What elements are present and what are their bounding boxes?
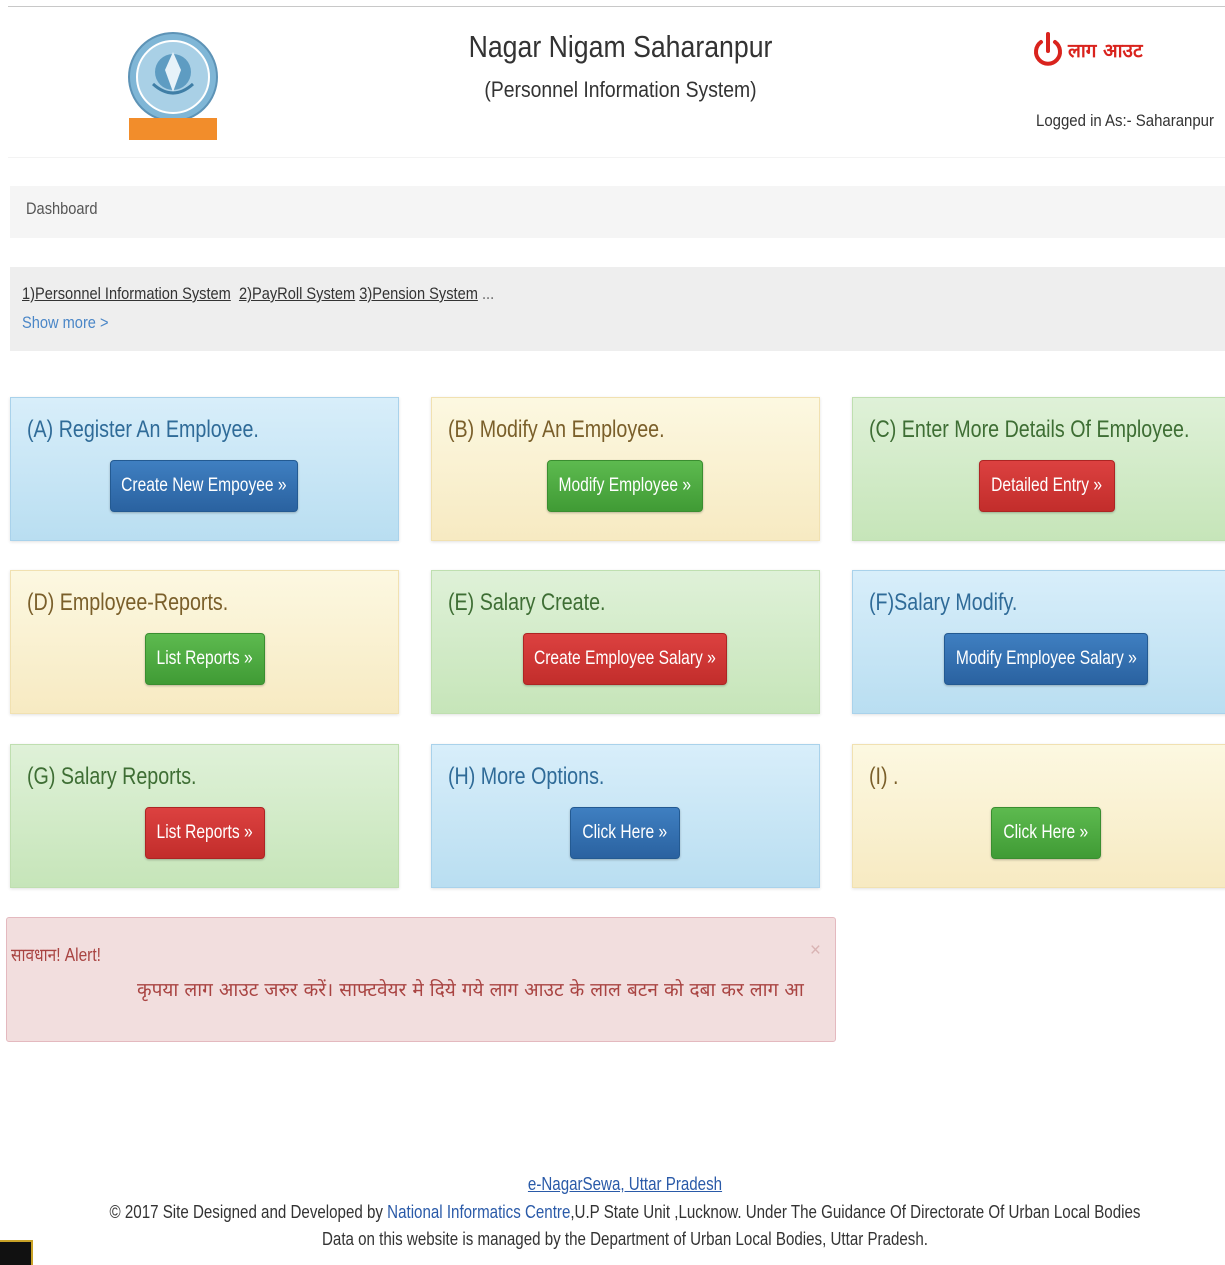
card-title: (C) Enter More Details Of Employee. (869, 416, 1190, 443)
card-title: (D) Employee-Reports. (27, 589, 229, 616)
card-salary-create: (E) Salary Create. Create Employee Salar… (431, 570, 820, 714)
footer-credits: © 2017 Site Designed and Developed by Na… (100, 1202, 1150, 1223)
card-more-options: (H) More Options. Click Here » (431, 744, 820, 888)
card-title: (F)Salary Modify. (869, 589, 1018, 616)
logout-alert: सावधान! Alert! कृपया लाग आउट जरुर करें। … (6, 917, 836, 1042)
card-title: (H) More Options. (448, 763, 605, 790)
card-employee-reports: (D) Employee-Reports. List Reports » (10, 570, 399, 714)
site-title: Nagar Nigam Saharanpur (468, 29, 773, 64)
create-new-employee-button[interactable]: Create New Empoyee » (110, 460, 298, 512)
card-salary-reports: (G) Salary Reports. List Reports » (10, 744, 399, 888)
modify-employee-salary-button[interactable]: Modify Employee Salary » (944, 633, 1148, 685)
footer-data-notice: Data on this website is managed by the D… (322, 1229, 928, 1249)
power-icon (1034, 32, 1062, 66)
logged-in-user: Logged in As:- Saharanpur (1036, 111, 1214, 130)
card-i-click-here-button[interactable]: Click Here » (991, 807, 1101, 859)
link-personnel-information-system[interactable]: 1)Personnel Information System (22, 284, 231, 303)
footer-enagarsewa-link[interactable]: e-NagarSewa, Uttar Pradesh (100, 1174, 1150, 1195)
breadcrumb-dashboard[interactable]: Dashboard (26, 199, 98, 219)
link-pension-system[interactable]: 3)Pension System (359, 284, 478, 303)
footer-nic-link[interactable]: National Informatics Centre (387, 1202, 570, 1222)
card-title: (G) Salary Reports. (27, 763, 197, 790)
corner-widget (0, 1240, 33, 1265)
card-modify-employee: (B) Modify An Employee. Modify Employee … (431, 397, 820, 541)
card-title: (I) . (869, 763, 899, 790)
card-i: (I) . Click Here » (852, 744, 1225, 888)
card-salary-modify: (F)Salary Modify. Modify Employee Salary… (852, 570, 1225, 714)
link-payroll-system[interactable]: 2)PayRoll System (239, 284, 355, 303)
footer-credits-prefix: © 2017 Site Designed and Developed by (109, 1202, 388, 1222)
logout-button[interactable]: लाग आउट (1032, 29, 1143, 71)
card-title: (B) Modify An Employee. (448, 416, 665, 443)
systems-ellipsis: ... (481, 284, 495, 303)
site-subtitle: (Personnel Information System) (484, 77, 757, 102)
footer-credits-suffix: ,U.P State Unit ,Lucknow. Under The Guid… (570, 1202, 1141, 1222)
card-title: (A) Register An Employee. (27, 416, 259, 443)
show-more-link[interactable]: Show more > (22, 313, 109, 333)
salary-list-reports-button[interactable]: List Reports » (145, 807, 265, 859)
breadcrumb: Dashboard (10, 186, 1225, 238)
create-employee-salary-button[interactable]: Create Employee Salary » (523, 633, 727, 685)
systems-bar: 1)Personnel Information System 2)PayRoll… (10, 267, 1225, 351)
alert-close-icon[interactable]: × (810, 940, 821, 962)
card-detailed-entry: (C) Enter More Details Of Employee. Deta… (852, 397, 1225, 541)
card-title: (E) Salary Create. (448, 589, 606, 616)
modify-employee-button[interactable]: Modify Employee » (547, 460, 703, 512)
more-options-click-here-button[interactable]: Click Here » (570, 807, 680, 859)
page-header: Nagar Nigam Saharanpur (Personnel Inform… (8, 7, 1225, 158)
alert-heading: सावधान! Alert! (11, 945, 101, 965)
alert-message: कृपया लाग आउट जरुर करें। साफ्टवेयर मे दि… (137, 979, 804, 1001)
card-register-employee: (A) Register An Employee. Create New Emp… (10, 397, 399, 541)
employee-list-reports-button[interactable]: List Reports » (145, 633, 265, 685)
systems-links: 1)Personnel Information System 2)PayRoll… (22, 284, 494, 304)
logout-label: लाग आउट (1068, 40, 1143, 62)
detailed-entry-button[interactable]: Detailed Entry » (979, 460, 1115, 512)
